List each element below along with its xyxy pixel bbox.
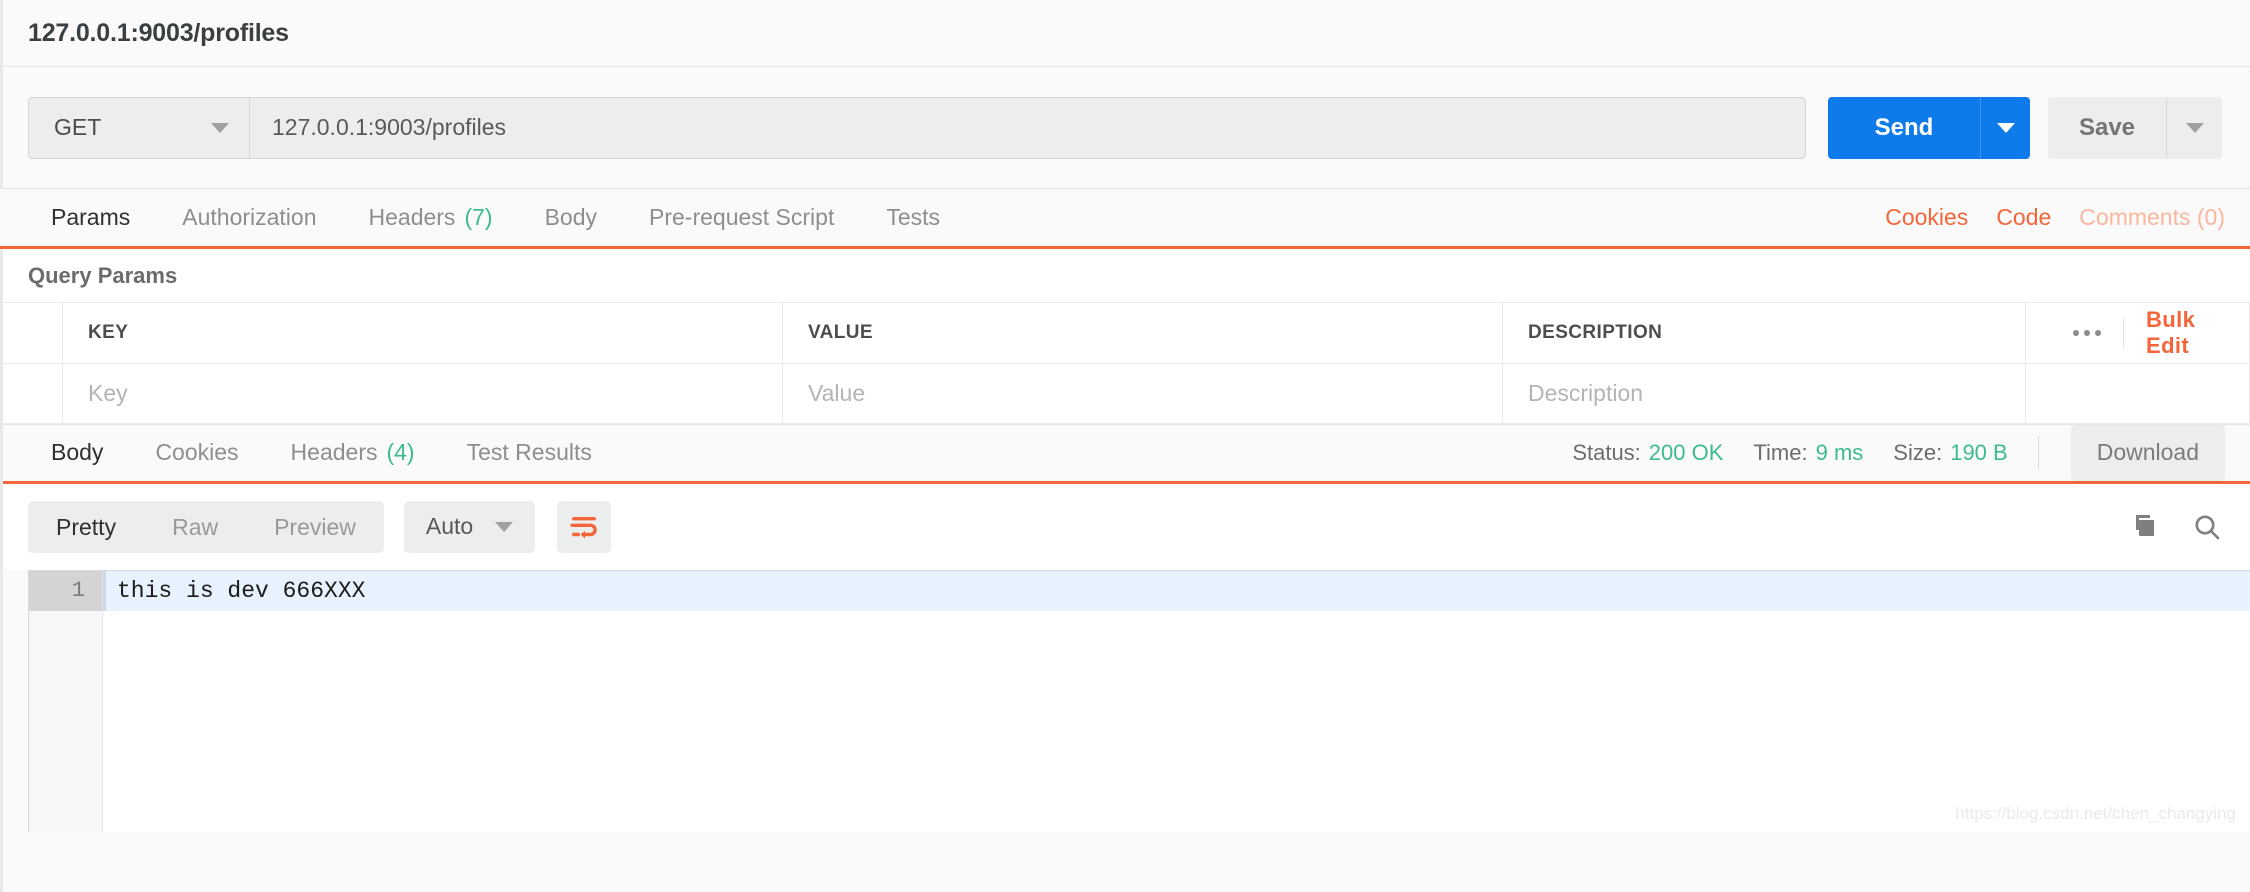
time-badge: Time: 9 ms (1753, 440, 1863, 466)
row-checkbox-cell[interactable] (0, 363, 63, 424)
tab-params[interactable]: Params (25, 189, 156, 246)
url-group: GET (28, 96, 1806, 159)
copy-icon[interactable] (2128, 512, 2158, 542)
size-label: Size: (1893, 439, 1943, 465)
chevron-down-icon (211, 122, 229, 133)
query-params-title: Query Params (0, 249, 2250, 303)
response-tab-body[interactable]: Body (25, 425, 129, 481)
row-value-input[interactable]: Value (782, 363, 1503, 424)
tab-label: Authorization (182, 204, 317, 230)
ellipsis-icon[interactable] (2051, 317, 2124, 348)
line-number: 1 (29, 570, 102, 611)
tab-label: Body (544, 204, 597, 230)
response-toolbar-icons (2128, 512, 2222, 542)
tab-label: Test Results (466, 439, 592, 465)
response-tab-cookies[interactable]: Cookies (129, 425, 264, 481)
save-button-group: Save (2048, 96, 2222, 159)
http-method-select[interactable]: GET (29, 97, 250, 158)
tab-badge: (4) (386, 439, 415, 465)
status-label: Status: (1572, 439, 1641, 465)
cookies-link[interactable]: Cookies (1885, 204, 1968, 231)
tabs-spacer (966, 189, 1885, 246)
row-actions-cell (2025, 363, 2250, 424)
watermark-text: https://blog.csdn.net/chen_changying (1955, 803, 2236, 823)
view-mode-segmented-control: Pretty Raw Preview (28, 500, 384, 553)
response-tab-headers[interactable]: Headers (4) (265, 425, 441, 481)
response-meta: Status: 200 OK Time: 9 ms Size: 190 B (1572, 425, 2060, 481)
table-row: Key Value Description (0, 363, 2250, 424)
time-value: 9 ms (1815, 439, 1864, 465)
chevron-down-icon (495, 521, 514, 532)
header-key: KEY (62, 303, 783, 364)
left-edge-divider (0, 0, 3, 892)
tab-label: Params (51, 204, 131, 230)
tab-authorization[interactable]: Authorization (156, 189, 342, 246)
search-icon[interactable] (2192, 512, 2222, 542)
size-value: 190 B (1950, 439, 2008, 465)
query-params-table: KEY VALUE DESCRIPTION Bulk Edit Key Valu… (0, 303, 2250, 424)
chevron-down-icon (1996, 122, 2015, 133)
tab-label: Pre-request Script (649, 204, 835, 230)
response-body-viewer[interactable]: 1 this is dev 666XXX https://blog.csdn.n… (28, 569, 2250, 832)
page-title: 127.0.0.1:9003/profiles (28, 18, 289, 47)
code-content-area[interactable]: this is dev 666XXX https://blog.csdn.net… (103, 570, 2250, 832)
header-actions: Bulk Edit (2025, 303, 2250, 364)
query-params-section: Query Params KEY VALUE DESCRIPTION Bulk … (0, 249, 2250, 424)
format-select[interactable]: Auto (403, 500, 536, 553)
word-wrap-toggle[interactable] (557, 500, 612, 553)
size-badge: Size: 190 B (1893, 440, 2007, 466)
header-checkbox-cell (0, 303, 63, 364)
bulk-edit-button[interactable]: Bulk Edit (2124, 307, 2227, 359)
tab-label: Tests (886, 204, 941, 230)
tab-label: Headers (290, 439, 378, 465)
table-header-row: KEY VALUE DESCRIPTION Bulk Edit (0, 303, 2250, 364)
tab-label: Cookies (155, 439, 239, 465)
header-value: VALUE (782, 303, 1503, 364)
comments-link[interactable]: Comments (0) (2079, 204, 2225, 231)
code-line: this is dev 666XXX (103, 570, 2250, 611)
title-bar: 127.0.0.1:9003/profiles (0, 0, 2250, 67)
tab-badge: (7) (464, 204, 493, 230)
request-bar: GET Send Save (0, 67, 2250, 189)
send-button-group: Send (1828, 96, 2030, 159)
header-description: DESCRIPTION (1502, 303, 2026, 364)
tab-body[interactable]: Body (519, 189, 623, 246)
postman-window: 127.0.0.1:9003/profiles GET Send Save Pa… (0, 0, 2250, 892)
time-label: Time: (1753, 439, 1808, 465)
row-description-input[interactable]: Description (1502, 363, 2026, 424)
request-url-input[interactable] (250, 97, 1805, 158)
download-button[interactable]: Download (2070, 424, 2225, 481)
request-tabs-actions: Cookies Code Comments (0) (1885, 189, 2250, 246)
http-method-label: GET (54, 114, 102, 140)
tab-label: Headers (368, 204, 456, 230)
row-key-input[interactable]: Key (62, 363, 783, 424)
view-mode-pretty[interactable]: Pretty (28, 501, 144, 553)
tab-label: Body (51, 439, 104, 465)
word-wrap-icon (570, 516, 597, 539)
chevron-down-icon (2185, 122, 2204, 133)
save-button[interactable]: Save (2048, 96, 2166, 159)
view-mode-preview[interactable]: Preview (246, 501, 384, 553)
view-mode-raw[interactable]: Raw (144, 501, 246, 553)
meta-divider (2037, 435, 2039, 470)
response-toolbar: Pretty Raw Preview Auto (0, 483, 2250, 570)
send-button[interactable]: Send (1828, 96, 1980, 159)
line-number-gutter: 1 (29, 570, 103, 832)
tab-pre-request-script[interactable]: Pre-request Script (623, 189, 860, 246)
response-tabs-spacer (618, 425, 1572, 481)
format-label: Auto (425, 513, 474, 539)
response-tabs: Body Cookies Headers (4) Test Results St… (0, 423, 2250, 484)
tab-tests[interactable]: Tests (860, 189, 966, 246)
send-options-button[interactable] (1980, 96, 2030, 159)
tab-headers[interactable]: Headers (7) (343, 189, 519, 246)
save-options-button[interactable] (2166, 96, 2222, 159)
code-link[interactable]: Code (1996, 204, 2051, 231)
response-tab-test-results[interactable]: Test Results (441, 425, 618, 481)
request-tabs: Params Authorization Headers (7) Body Pr… (0, 189, 2250, 249)
status-value: 200 OK (1648, 439, 1724, 465)
status-badge: Status: 200 OK (1572, 440, 1723, 466)
